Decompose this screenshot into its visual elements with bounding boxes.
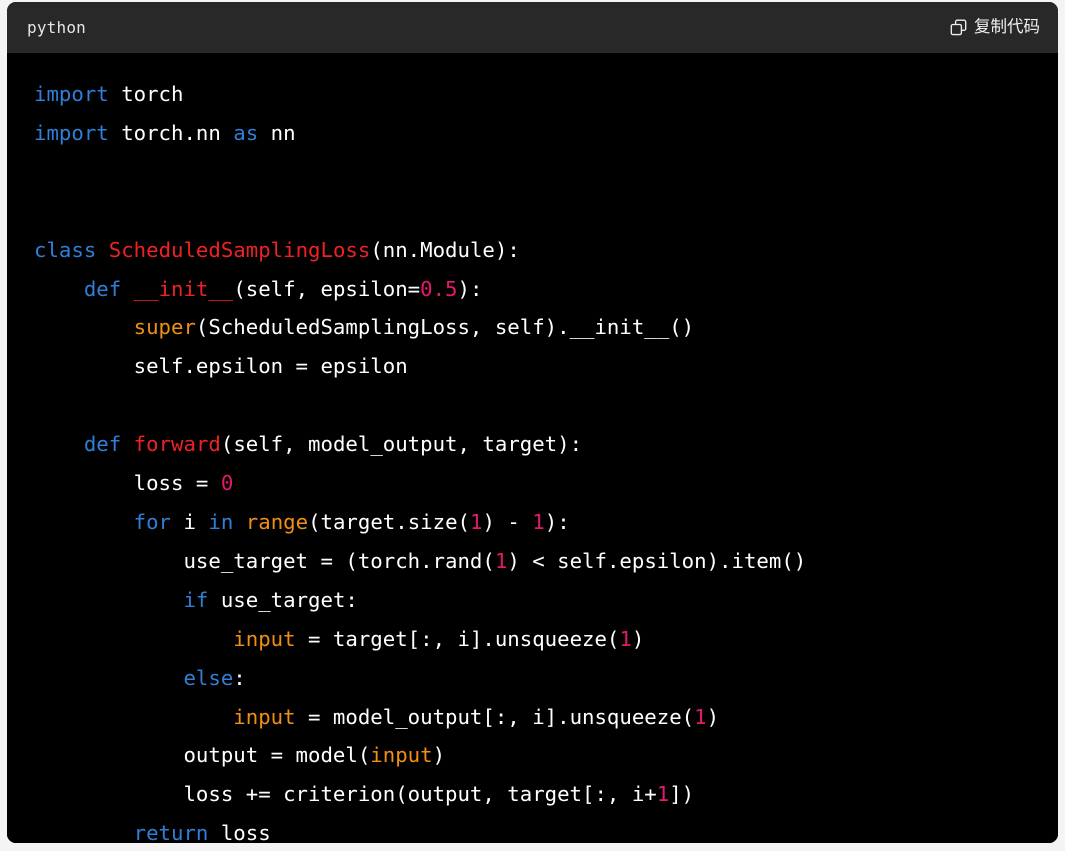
code-line: return loss bbox=[34, 814, 1038, 843]
code-token: (ScheduledSamplingLoss, self).__init__() bbox=[195, 315, 695, 340]
code-token: i bbox=[171, 509, 209, 534]
code-token: ): bbox=[544, 509, 570, 534]
code-line: loss += criterion(output, target[:, i+1]… bbox=[34, 775, 1038, 814]
code-line: self.epsilon = epsilon bbox=[34, 347, 1038, 386]
code-token: range bbox=[245, 509, 309, 534]
code-token: ) bbox=[432, 743, 446, 768]
code-token: use_target: bbox=[208, 587, 358, 612]
code-token: ]) bbox=[669, 782, 695, 807]
code-line: class ScheduledSamplingLoss(nn.Module): bbox=[34, 231, 1038, 270]
code-token: loss = bbox=[34, 471, 221, 496]
code-line: input = target[:, i].unsqueeze(1) bbox=[34, 620, 1038, 659]
code-token: ) bbox=[706, 704, 720, 729]
copy-code-label: 复制代码 bbox=[974, 17, 1040, 37]
code-token: 1 bbox=[469, 509, 483, 534]
code-token: self.epsilon = epsilon bbox=[34, 354, 408, 379]
code-language-label: python bbox=[27, 18, 86, 37]
code-line: def forward(self, model_output, target): bbox=[34, 425, 1038, 464]
code-token: def bbox=[83, 432, 122, 457]
code-line: output = model(input) bbox=[34, 736, 1038, 775]
code-block-body: import torch import torch.nn as nn class … bbox=[7, 53, 1058, 843]
code-token: use_target = (torch.rand( bbox=[34, 548, 495, 573]
code-block: python 复制代码 import torch import torch.nn … bbox=[7, 2, 1058, 843]
code-token: : bbox=[233, 665, 246, 690]
code-token: ) - bbox=[482, 509, 533, 534]
code-token: return bbox=[133, 821, 209, 843]
copy-icon bbox=[950, 19, 967, 36]
code-token: def bbox=[83, 276, 122, 301]
code-line: input = model_output[:, i].unsqueeze(1) bbox=[34, 698, 1038, 737]
code-token: (self, model_output, target): bbox=[220, 432, 583, 457]
code-content[interactable]: import torch import torch.nn as nn class … bbox=[7, 75, 1058, 843]
code-token: else bbox=[183, 665, 234, 690]
code-token: super bbox=[133, 315, 196, 340]
code-line: if use_target: bbox=[34, 581, 1038, 620]
code-token: loss += criterion(output, target[:, i+ bbox=[34, 782, 657, 807]
code-token: 0 bbox=[220, 471, 234, 496]
code-token: forward bbox=[133, 432, 221, 457]
code-lines: import torch import torch.nn as nn class … bbox=[34, 75, 1038, 843]
code-token: class bbox=[34, 237, 97, 262]
code-line: def __init__(self, epsilon=0.5): bbox=[34, 270, 1038, 309]
code-token: nn bbox=[258, 120, 296, 145]
code-line: super(ScheduledSamplingLoss, self).__ini… bbox=[34, 308, 1038, 347]
code-token: (nn.Module): bbox=[370, 237, 520, 262]
code-token: input bbox=[233, 704, 296, 729]
code-token: torch.nn bbox=[108, 120, 234, 145]
code-token: __init__ bbox=[133, 276, 234, 301]
code-token: import bbox=[34, 82, 109, 106]
code-token: 0.5 bbox=[420, 276, 458, 301]
code-token: torch bbox=[108, 82, 184, 106]
code-token: output = model( bbox=[34, 743, 371, 768]
code-line: import torch bbox=[34, 75, 1038, 114]
code-token: 1 bbox=[694, 704, 707, 729]
code-line: use_target = (torch.rand(1) < self.epsil… bbox=[34, 542, 1038, 581]
code-token: 1 bbox=[656, 782, 670, 807]
code-token: 1 bbox=[619, 626, 632, 651]
code-token: import bbox=[34, 120, 109, 145]
code-token: in bbox=[208, 509, 234, 534]
code-token: = target[:, i].unsqueeze( bbox=[295, 626, 620, 651]
code-line: for i in range(target.size(1) - 1): bbox=[34, 503, 1038, 542]
code-token: 1 bbox=[532, 509, 545, 534]
code-token: input bbox=[233, 626, 296, 651]
copy-code-button[interactable]: 复制代码 bbox=[948, 16, 1042, 39]
code-token: (target.size( bbox=[308, 509, 470, 534]
code-token: as bbox=[233, 120, 259, 145]
code-token: loss bbox=[208, 821, 271, 843]
code-token: for bbox=[133, 509, 172, 534]
code-token: ScheduledSamplingLoss bbox=[108, 237, 371, 262]
code-line: import torch.nn as nn bbox=[34, 114, 1038, 153]
code-token: 1 bbox=[494, 548, 508, 573]
code-token: ) bbox=[631, 626, 645, 651]
code-token: if bbox=[183, 587, 209, 612]
code-line: loss = 0 bbox=[34, 464, 1038, 503]
code-line: else: bbox=[34, 659, 1038, 698]
code-token: ) < self.epsilon).item() bbox=[507, 548, 807, 573]
code-token: = model_output[:, i].unsqueeze( bbox=[295, 704, 695, 729]
code-token: input bbox=[370, 743, 433, 768]
code-token: (self, epsilon= bbox=[233, 276, 421, 301]
code-block-header: python 复制代码 bbox=[7, 2, 1058, 53]
code-token: ): bbox=[457, 276, 483, 301]
